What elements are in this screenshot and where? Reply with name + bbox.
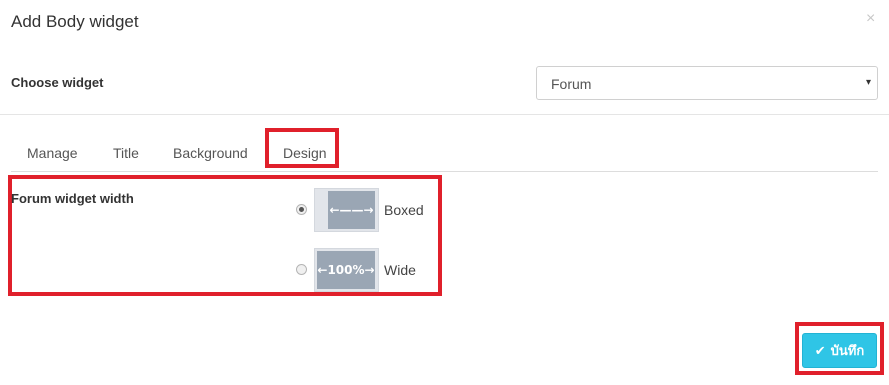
- tab-background[interactable]: Background: [173, 145, 248, 161]
- tabs-underline: [11, 171, 878, 172]
- wide-width-icon[interactable]: ←100%→: [314, 248, 379, 292]
- check-icon: ✔: [814, 342, 826, 358]
- boxed-thumb-fill: ←——→: [328, 191, 375, 229]
- forum-widget-width-label: Forum widget width: [11, 191, 134, 206]
- save-button[interactable]: ✔ บันทึก: [802, 333, 877, 368]
- wide-thumb-text: ←100%→: [317, 263, 375, 277]
- choose-widget-label: Choose widget: [11, 75, 104, 90]
- tab-design-highlight: [265, 128, 339, 168]
- widget-select[interactable]: Forum ▾: [536, 66, 878, 100]
- header-divider: [0, 114, 889, 115]
- chevron-down-icon: ▾: [865, 77, 871, 88]
- boxed-thumb-text: ←——→: [329, 203, 374, 217]
- radio-boxed[interactable]: [296, 204, 307, 215]
- wide-thumb-fill: ←100%→: [317, 251, 375, 289]
- modal-title: Add Body widget: [11, 12, 139, 31]
- radio-wide[interactable]: [296, 264, 307, 275]
- tab-manage[interactable]: Manage: [27, 145, 78, 161]
- option-label-boxed: Boxed: [384, 202, 424, 218]
- tab-title[interactable]: Title: [113, 145, 139, 161]
- boxed-width-icon[interactable]: ←——→: [314, 188, 379, 232]
- close-icon[interactable]: ×: [866, 10, 875, 28]
- widget-select-value: Forum: [551, 76, 592, 92]
- save-button-label: บันทึก: [830, 343, 865, 358]
- option-label-wide: Wide: [384, 262, 416, 278]
